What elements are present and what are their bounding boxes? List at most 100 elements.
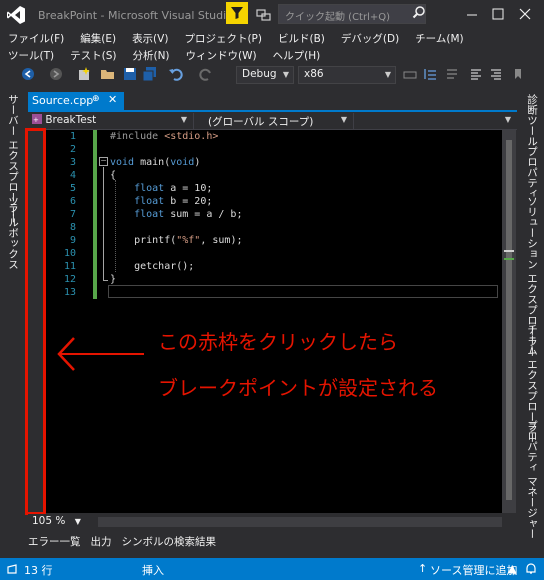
menu-debug[interactable]: デバッグ(D) [341, 31, 399, 47]
line-number: 1 [69, 131, 76, 142]
code-line-4: { [110, 169, 243, 182]
toolbox-tab[interactable]: ツールボックス [6, 196, 21, 270]
menu-bar: ファイル(F) 編集(E) 表示(V) プロジェクト(P) ビルド(B) デバッ… [0, 28, 544, 64]
menu-build[interactable]: ビルド(B) [278, 31, 325, 47]
undo-icon[interactable] [168, 66, 184, 82]
line-number: 13 [63, 287, 76, 298]
code-line-9: printf("%f", sum); [110, 234, 243, 247]
line-number: 5 [69, 183, 76, 194]
menu-tools[interactable]: ツール(T) [8, 48, 54, 64]
code-line-7: float sum = a / b; [110, 208, 243, 221]
diagnostic-tools-tab[interactable]: 診断ツール [525, 94, 540, 147]
annotation-red-frame [25, 128, 46, 515]
chevron-down-icon: ▼ [384, 70, 391, 79]
menu-view[interactable]: 表示(V) [132, 31, 168, 47]
svg-text:+: + [33, 116, 39, 124]
save-icon[interactable] [122, 66, 138, 82]
ready-icon [7, 564, 17, 574]
menu-help[interactable]: ヘルプ(H) [273, 48, 321, 64]
arrow-left-icon [57, 337, 144, 371]
tab-error-list[interactable]: エラー一覧 [28, 534, 81, 550]
tab-find-symbol-results[interactable]: シンボルの検索結果 [122, 534, 217, 550]
scope-dropdown[interactable]: (グローバル スコープ) ▼ [194, 113, 354, 129]
minimize-icon[interactable] [464, 6, 480, 22]
status-insert-mode: 挿入 [142, 564, 164, 577]
chevron-down-icon: ▼ [504, 115, 511, 124]
zoom-select[interactable]: 105 % ▼ [32, 515, 81, 527]
redo-icon[interactable] [198, 66, 214, 82]
platform-select[interactable]: x86 ▼ [298, 66, 396, 84]
feedback-filter-button[interactable] [226, 2, 248, 24]
line-number: 10 [63, 248, 76, 259]
properties-tab[interactable]: プロパティ [525, 146, 540, 199]
code-text-span: a = 10; [164, 183, 213, 194]
menu-test[interactable]: テスト(S) [70, 48, 116, 64]
code-editor[interactable] [28, 130, 502, 513]
align-left-icon[interactable] [468, 66, 484, 82]
output-tab-strip: エラー一覧 出力 シンボルの検索結果 [28, 534, 226, 550]
menu-analyze[interactable]: 分析(N) [132, 48, 169, 64]
open-folder-icon[interactable] [100, 66, 116, 82]
code-line-3: void main(void) [110, 156, 243, 169]
chevron-up-icon: ▲ [508, 562, 517, 575]
member-dropdown[interactable]: ▼ [354, 113, 517, 129]
keyword: void [170, 157, 195, 168]
menu-project[interactable]: プロジェクト(P) [184, 31, 262, 47]
step-icon[interactable] [422, 66, 438, 82]
back-icon[interactable] [20, 66, 36, 82]
notification-icon[interactable] [255, 6, 273, 24]
close-icon[interactable] [517, 6, 533, 22]
outline-guide-end [103, 280, 108, 281]
code-text-span: ) [194, 157, 201, 168]
project-dropdown[interactable]: + BreakTest ▼ [28, 113, 194, 129]
menu-window[interactable]: ウィンドウ(W) [186, 48, 257, 64]
code-line-6: float b = 20; [110, 195, 243, 208]
save-all-icon[interactable] [142, 66, 158, 82]
close-tab-icon[interactable]: ✕ [108, 93, 117, 106]
keyword: float [134, 183, 165, 194]
menu-file[interactable]: ファイル(F) [8, 31, 64, 47]
tab-source-cpp[interactable]: Source.cpp ⊕ ✕ [28, 92, 124, 110]
pin-icon[interactable]: ⊕ [92, 94, 100, 104]
visual-studio-logo-icon [7, 6, 25, 24]
new-project-icon[interactable] [76, 66, 92, 82]
code-text-span: , sum); [200, 235, 243, 246]
comment-icon[interactable] [444, 66, 460, 82]
horizontal-scrollbar[interactable] [98, 517, 502, 527]
code-line-11: getchar(); [110, 260, 243, 273]
configuration-select[interactable]: Debug ▼ [236, 66, 294, 84]
search-icon[interactable] [412, 5, 426, 19]
navigation-bar: + BreakTest ▼ (グローバル スコープ) ▼ ▼ [28, 112, 517, 130]
code-text[interactable]: #include <stdio.h> void main(void) { flo… [110, 130, 243, 299]
line-number: 3 [69, 157, 76, 168]
forward-icon[interactable] [48, 66, 64, 82]
arrow-up-icon: ↑ [418, 562, 428, 575]
keyword: void [110, 157, 135, 168]
code-text-span: main( [134, 157, 171, 168]
maximize-icon[interactable] [490, 6, 506, 22]
collapse-icon[interactable]: − [99, 157, 108, 166]
line-number: 4 [69, 170, 76, 181]
notifications-bell-icon[interactable] [524, 562, 538, 576]
add-to-source-control[interactable]: ソース管理に追加 [430, 562, 517, 578]
bookmark-icon[interactable] [510, 66, 526, 82]
quick-launch-input[interactable]: クイック起動 (Ctrl+Q) [278, 4, 426, 24]
right-tool-strip: 診断ツール プロパティ ソリューション エクスプローラー チーム エクスプローラ… [518, 88, 544, 558]
attach-icon[interactable] [402, 66, 418, 82]
change-tracking-bar [93, 130, 97, 299]
platform-value: x86 [304, 68, 324, 80]
string-literal: "%f" [176, 235, 201, 246]
annotation-line-1: この赤枠をクリックしたら [158, 330, 398, 354]
menu-team[interactable]: チーム(M) [415, 31, 463, 47]
code-text-span: } [110, 274, 117, 285]
tab-label: Source.cpp [32, 94, 94, 107]
property-manager-tab[interactable]: プロパティ マネージャー [525, 420, 540, 539]
scrollbar-thumb[interactable] [506, 140, 512, 500]
tab-output[interactable]: 出力 [91, 534, 112, 550]
menu-edit[interactable]: 編集(E) [80, 31, 116, 47]
align-right-icon[interactable] [488, 66, 504, 82]
scope-name: (グローバル スコープ) [208, 116, 314, 128]
